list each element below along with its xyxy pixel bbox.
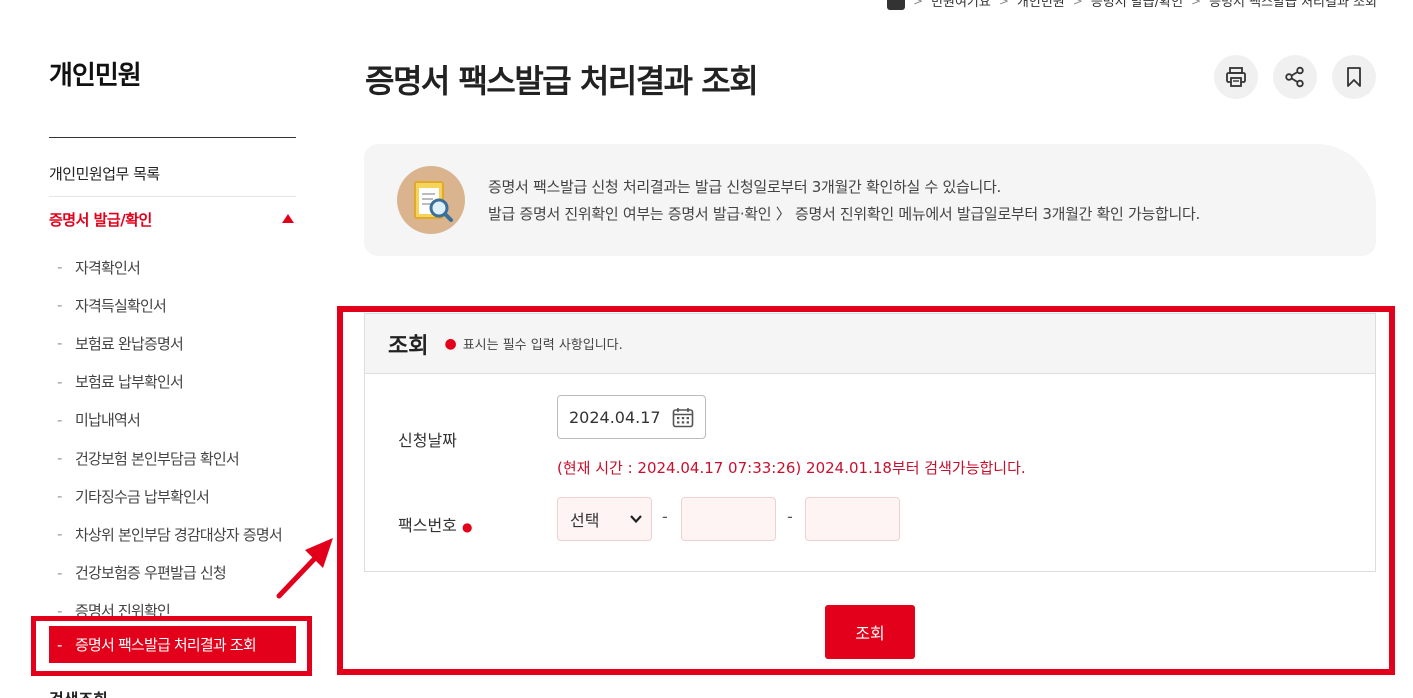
sidebar-sub-item[interactable]: - 보험료 납부확인서 (49, 363, 296, 401)
dash: - (57, 258, 62, 277)
info-box: 증명서 팩스발급 신청 처리결과는 발급 신청일로부터 3개월간 확인하실 수 … (364, 144, 1376, 256)
chevron-right-icon: > (1072, 0, 1083, 8)
page-title: 증명서 팩스발급 처리결과 조회 (365, 62, 759, 100)
sidebar-sub-item[interactable]: - 자격득실확인서 (49, 286, 296, 324)
sidebar-sub-item[interactable]: - 기타징수금 납부확인서 (49, 477, 296, 515)
breadcrumb-item[interactable]: 개인민원 (1017, 0, 1065, 10)
breadcrumb-current: 증명서 팩스발급 처리결과 조회 (1209, 0, 1377, 10)
sidebar-section-next[interactable]: 검색조회 (49, 686, 108, 698)
sidebar-sub-item-label: 미납내역서 (75, 411, 141, 430)
dash: - (57, 296, 62, 315)
dash: - (57, 563, 62, 582)
sidebar-sub-item[interactable]: - 건강보험 본인부담금 확인서 (49, 439, 296, 477)
sidebar-sub-item-label: 자격확인서 (75, 258, 141, 277)
dash: - (57, 449, 62, 468)
sidebar-sub-list: - 자격확인서 - 자격득실확인서 - 보험료 완납증명서 - 보험료 납부확인서 -미… (49, 248, 296, 630)
bookmark-icon (1347, 67, 1361, 87)
sidebar-section-label: 증명서 발급/확인 (49, 211, 152, 229)
sidebar-sub-item[interactable]: - 건강보험증 우편발급 신청 (49, 554, 296, 592)
info-text: 증명서 팩스발급 신청 처리결과는 발급 신청일로부터 3개월간 확인하실 수 … (488, 174, 1200, 228)
chevron-right-icon: > (998, 0, 1009, 8)
annotation-highlight-box (31, 616, 312, 676)
sidebar-sub-item-label: 건강보험증 우편발급 신청 (75, 564, 227, 583)
dash: - (57, 410, 62, 429)
divider (49, 137, 296, 138)
breadcrumb-item[interactable]: 증명서 발급/확인 (1091, 0, 1183, 10)
dash: - (57, 487, 62, 506)
sidebar-item-list[interactable]: 개인민원업무 목록 (49, 163, 296, 197)
sidebar-sub-item-label: 보험료 완납증명서 (75, 334, 184, 353)
sidebar-title: 개인민원 (49, 61, 142, 91)
sidebar-sub-item-label: 기타징수금 납부확인서 (75, 487, 210, 506)
sidebar-section-certificates[interactable]: 증명서 발급/확인 (49, 209, 296, 230)
dash: - (57, 372, 62, 391)
share-icon (1285, 66, 1304, 88)
sidebar-sub-item[interactable]: - 보험료 완납증명서 (49, 324, 296, 362)
chevron-up-icon (282, 214, 294, 223)
chevron-right-icon: > (1191, 0, 1202, 8)
document-search-icon (397, 166, 465, 234)
print-button[interactable] (1214, 55, 1258, 99)
sidebar-sub-item[interactable]: - 미납내역서 (49, 401, 296, 439)
sidebar-sub-item-label: 보험료 납부확인서 (75, 373, 184, 392)
sidebar-sub-item-label: 건강보험 본인부담금 확인서 (75, 449, 240, 468)
bookmark-button[interactable] (1332, 55, 1376, 99)
sidebar-sub-item-label: 차상위 본인부담 경감대상자 증명서 (75, 525, 283, 544)
share-button[interactable] (1273, 55, 1317, 99)
print-icon (1226, 67, 1246, 87)
annotation-arrow-icon (276, 538, 333, 599)
breadcrumb-item[interactable]: 민원여기요 (931, 0, 991, 10)
breadcrumb: > 민원여기요 > 개인민원 > 증명서 발급/확인 > 증명서 팩스발급 처리… (886, 0, 1377, 10)
sidebar-sub-item[interactable]: - 차상위 본인부담 경감대상자 증명서 (49, 515, 296, 553)
home-icon[interactable] (886, 0, 905, 10)
search-button[interactable]: 조회 (825, 605, 915, 659)
dash: - (57, 334, 62, 353)
chevron-right-icon: > (912, 0, 924, 8)
sidebar-sub-item-label: 자격득실확인서 (75, 296, 167, 315)
info-line: 증명서 팩스발급 신청 처리결과는 발급 신청일로부터 3개월간 확인하실 수 … (488, 178, 1001, 196)
sidebar-sub-item[interactable]: - 자격확인서 (49, 248, 296, 286)
dash: - (57, 525, 62, 544)
info-line: 발급 증명서 진위확인 여부는 증명서 발급·확인 〉 증명서 진위확인 메뉴에… (488, 205, 1200, 223)
